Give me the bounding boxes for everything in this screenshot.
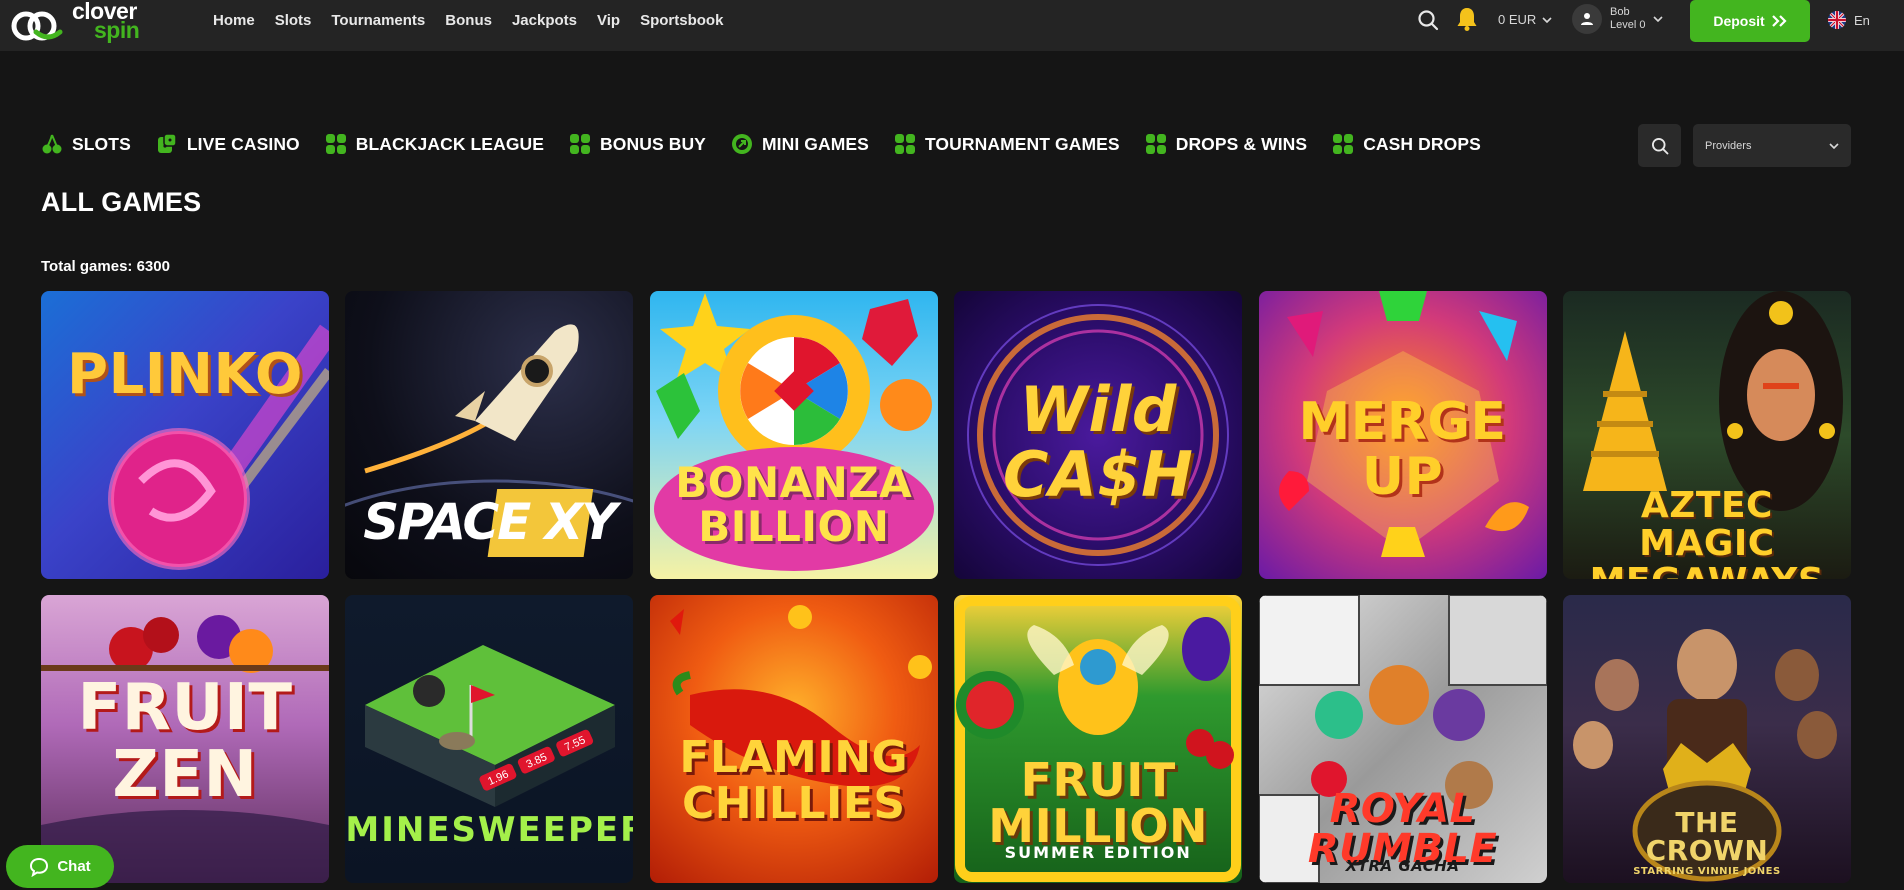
game-tile[interactable]: MERGE UP	[1258, 291, 1547, 579]
game-tile[interactable]: FLAMING CHILLIES	[649, 595, 938, 883]
game-tile[interactable]: PLINKO	[41, 291, 329, 579]
category-label: DROPS & WINS	[1175, 133, 1308, 154]
double-chevron-right-icon	[1771, 15, 1787, 27]
category-live-casino[interactable]: LIVE CASINO	[155, 132, 300, 156]
user-icon	[1581, 13, 1593, 25]
top-navigation-bar: clover spin Home Slots Tournaments Bonus…	[0, 0, 1904, 51]
nav-jackpots[interactable]: Jackpots	[512, 12, 577, 29]
category-cash-drops[interactable]: CASH DROPS	[1331, 132, 1481, 156]
chevron-down-icon	[1542, 16, 1552, 23]
user-level: Level 0	[1610, 19, 1646, 31]
game-title: SPACE XY	[363, 493, 617, 551]
page-title: ALL GAMES	[41, 187, 202, 217]
category-blackjack-league[interactable]: BLACKJACK LEAGUE	[324, 132, 544, 156]
game-title: MERGE UP	[1298, 392, 1507, 507]
language-label: En	[1854, 12, 1870, 28]
category-bar: SLOTS LIVE CASINO BLACKJACK LEAGUE BONUS…	[40, 128, 1505, 160]
game-search-button[interactable]	[1638, 124, 1681, 167]
game-subtitle: XTRA GACHA	[1345, 857, 1460, 875]
providers-select[interactable]: Providers	[1693, 124, 1851, 167]
game-title: PLINKO	[67, 342, 303, 407]
nav-home[interactable]: Home	[213, 12, 255, 29]
uk-flag-icon	[1828, 11, 1846, 29]
game-tile[interactable]: ROYAL RUMBLE XTRA GACHA	[1258, 595, 1547, 883]
user-info: Bob Level 0	[1610, 6, 1645, 32]
game-subtitle: STARRING VINNIE JONES	[1633, 866, 1781, 877]
game-tile[interactable]: 1.96 3.85 7.55 MINESWEEPER	[345, 595, 634, 883]
game-title: THE CROWN	[1645, 806, 1769, 867]
grid-icon	[570, 134, 591, 154]
game-tile[interactable]: FRUIT ZEN	[41, 595, 329, 883]
total-games-count: Total games: 6300	[41, 258, 170, 275]
search-icon[interactable]	[1416, 8, 1440, 32]
language-selector[interactable]: En	[1828, 11, 1870, 29]
bell-icon[interactable]	[1456, 6, 1478, 32]
cherry-icon	[42, 134, 62, 154]
game-title: FRUIT ZEN	[77, 671, 293, 813]
chevron-down-icon	[1829, 142, 1839, 149]
category-label: BLACKJACK LEAGUE	[355, 133, 545, 154]
balance-amount: 0 EUR	[1498, 12, 1537, 27]
category-label: BONUS BUY	[600, 133, 706, 154]
game-subtitle: SUMMER EDITION	[1004, 843, 1192, 862]
avatar	[1572, 4, 1602, 34]
category-drops-and-wins[interactable]: DROPS & WINS	[1144, 132, 1307, 156]
chat-label: Chat	[57, 858, 91, 875]
game-tile[interactable]: Wild CA$H	[954, 291, 1243, 579]
nav-tournaments[interactable]: Tournaments	[331, 12, 425, 29]
chevron-down-icon	[1653, 16, 1664, 22]
category-label: TOURNAMENT GAMES	[924, 133, 1120, 154]
category-label: SLOTS	[72, 133, 131, 154]
category-label: MINI GAMES	[761, 133, 869, 154]
target-icon	[731, 134, 752, 154]
grid-icon	[1333, 134, 1354, 154]
nav-vip[interactable]: Vip	[597, 12, 620, 29]
nav-bonus[interactable]: Bonus	[445, 12, 492, 29]
logo-wordmark: clover spin	[72, 0, 140, 43]
grid-icon	[1145, 134, 1166, 154]
deposit-label: Deposit	[1713, 13, 1765, 29]
clover-spin-logo[interactable]: clover spin	[8, 0, 168, 46]
game-title: FLAMING CHILLIES	[679, 732, 909, 830]
grid-icon	[325, 134, 346, 154]
game-title: FRUIT MILLION	[988, 753, 1209, 853]
game-title: AZTEC MAGIC MEGAWAYS	[1590, 485, 1824, 579]
game-title: BONANZA BILLION	[675, 458, 913, 552]
game-title: Wild CA$H	[1002, 373, 1194, 512]
category-label: LIVE CASINO	[186, 133, 300, 154]
nav-sportsbook[interactable]: Sportsbook	[640, 12, 723, 29]
search-icon	[1651, 137, 1668, 154]
game-grid: PLINKO SPACE XY BONANZA BILLION Wild CA$…	[41, 291, 1851, 883]
category-mini-games[interactable]: MINI GAMES	[730, 132, 869, 156]
game-tile[interactable]: BONANZA BILLION	[649, 291, 938, 579]
chat-button[interactable]: Chat	[6, 845, 114, 888]
category-slots[interactable]: SLOTS	[40, 132, 131, 156]
game-tile[interactable]: AZTEC MAGIC MEGAWAYS	[1562, 291, 1851, 579]
game-tile[interactable]: FRUIT MILLION SUMMER EDITION	[954, 595, 1243, 883]
plinko-artwork	[108, 324, 329, 570]
clover-logo-icon	[11, 11, 63, 41]
dice-icon	[157, 133, 177, 153]
user-name: Bob	[1610, 6, 1630, 18]
user-menu[interactable]: Bob Level 0	[1572, 4, 1664, 34]
balance-dropdown[interactable]: 0 EUR	[1498, 12, 1552, 27]
nav-slots[interactable]: Slots	[275, 12, 312, 29]
chat-bubble-icon	[30, 857, 49, 877]
game-title: MINESWEEPER	[345, 810, 634, 850]
grid-icon	[894, 134, 915, 154]
category-label: CASH DROPS	[1363, 133, 1481, 154]
deposit-button[interactable]: Deposit	[1690, 0, 1810, 42]
providers-placeholder: Providers	[1705, 139, 1752, 152]
category-tournament-games[interactable]: TOURNAMENT GAMES	[893, 132, 1120, 156]
main-navigation: Home Slots Tournaments Bonus Jackpots Vi…	[213, 0, 743, 41]
logo-text-spin: spin	[94, 17, 140, 43]
category-bonus-buy[interactable]: BONUS BUY	[568, 132, 706, 156]
game-tile[interactable]: THE CROWN STARRING VINNIE JONES	[1562, 595, 1851, 883]
game-tile[interactable]: SPACE XY	[345, 291, 634, 579]
